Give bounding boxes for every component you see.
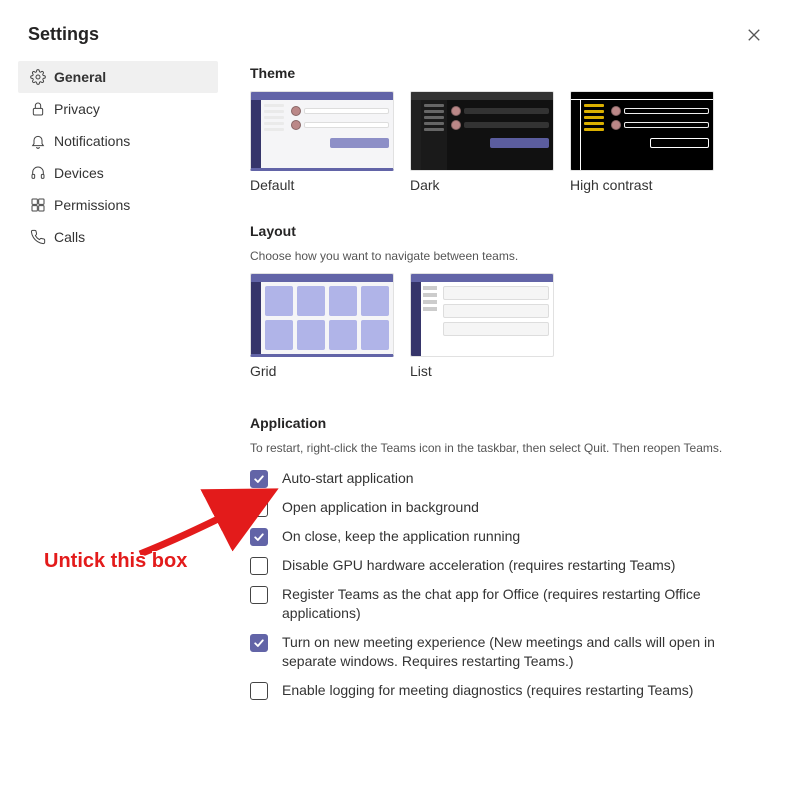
theme-option-label: Dark <box>410 177 554 193</box>
checkbox-row-3[interactable]: Disable GPU hardware acceleration (requi… <box>250 556 764 575</box>
checkbox[interactable] <box>250 682 268 700</box>
checkmark-icon <box>253 531 265 543</box>
checkbox-label: Auto-start application <box>282 469 414 488</box>
checkbox-row-5[interactable]: Turn on new meeting experience (New meet… <box>250 633 764 671</box>
sidebar-item-label: Notifications <box>54 133 130 149</box>
lock-icon <box>30 101 46 117</box>
bell-icon <box>30 133 46 149</box>
sidebar-item-label: General <box>54 69 106 85</box>
sidebar-item-label: Calls <box>54 229 85 245</box>
theme-option-label: Default <box>250 177 394 193</box>
checkbox[interactable] <box>250 634 268 652</box>
checkbox-row-2[interactable]: On close, keep the application running <box>250 527 764 546</box>
checkbox-label: Open application in background <box>282 498 479 517</box>
layout-section-desc: Choose how you want to navigate between … <box>250 249 764 263</box>
application-section-desc: To restart, right-click the Teams icon i… <box>250 441 764 455</box>
sidebar-item-general[interactable]: General <box>18 61 218 93</box>
theme-section-title: Theme <box>250 65 764 81</box>
checkbox-label: Disable GPU hardware acceleration (requi… <box>282 556 675 575</box>
phone-icon <box>30 229 46 245</box>
theme-option-label: High contrast <box>570 177 714 193</box>
layout-option-list[interactable]: List <box>410 273 554 379</box>
checkbox-label: Turn on new meeting experience (New meet… <box>282 633 764 671</box>
headset-icon <box>30 165 46 181</box>
checkbox-row-1[interactable]: Open application in background <box>250 498 764 517</box>
layout-option-label: Grid <box>250 363 394 379</box>
page-title: Settings <box>28 24 99 45</box>
checkbox[interactable] <box>250 499 268 517</box>
sidebar-item-label: Devices <box>54 165 104 181</box>
apps-icon <box>30 197 46 213</box>
sidebar-item-devices[interactable]: Devices <box>18 157 218 189</box>
checkbox-row-6[interactable]: Enable logging for meeting diagnostics (… <box>250 681 764 700</box>
gear-icon <box>30 69 46 85</box>
checkbox[interactable] <box>250 470 268 488</box>
layout-section-title: Layout <box>250 223 764 239</box>
sidebar-item-permissions[interactable]: Permissions <box>18 189 218 221</box>
checkmark-icon <box>253 637 265 649</box>
checkbox-row-4[interactable]: Register Teams as the chat app for Offic… <box>250 585 764 623</box>
checkbox-label: Enable logging for meeting diagnostics (… <box>282 681 693 700</box>
checkbox-label: Register Teams as the chat app for Offic… <box>282 585 764 623</box>
layout-option-grid[interactable]: Grid <box>250 273 394 379</box>
layout-option-label: List <box>410 363 554 379</box>
close-icon <box>747 28 761 42</box>
settings-sidebar: General Privacy Notifications Devices Pe… <box>0 61 218 700</box>
checkmark-icon <box>253 473 265 485</box>
sidebar-item-privacy[interactable]: Privacy <box>18 93 218 125</box>
checkbox-label: On close, keep the application running <box>282 527 520 546</box>
close-button[interactable] <box>746 27 762 43</box>
checkbox[interactable] <box>250 586 268 604</box>
theme-option-default[interactable]: Default <box>250 91 394 193</box>
sidebar-item-label: Privacy <box>54 101 100 117</box>
theme-option-high-contrast[interactable]: High contrast <box>570 91 714 193</box>
sidebar-item-label: Permissions <box>54 197 130 213</box>
sidebar-item-notifications[interactable]: Notifications <box>18 125 218 157</box>
checkbox-row-0[interactable]: Auto-start application <box>250 469 764 488</box>
checkbox[interactable] <box>250 528 268 546</box>
theme-option-dark[interactable]: Dark <box>410 91 554 193</box>
sidebar-item-calls[interactable]: Calls <box>18 221 218 253</box>
checkbox[interactable] <box>250 557 268 575</box>
application-section-title: Application <box>250 415 764 431</box>
